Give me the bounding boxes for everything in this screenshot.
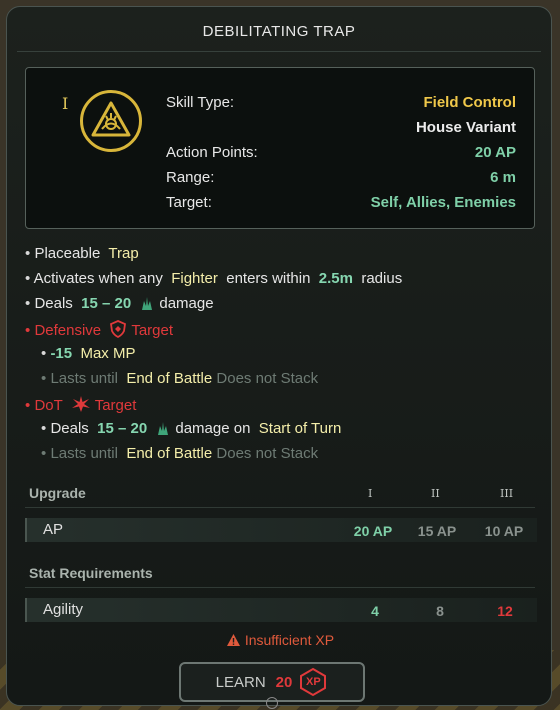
upgrade-tier-1: I xyxy=(368,487,373,500)
skill-type-value: Field Control xyxy=(423,94,517,111)
skill-info-box: I Skill Type: Field Control House Varian… xyxy=(25,67,535,229)
warning-triangle-icon xyxy=(226,632,245,648)
damage-flame-icon xyxy=(155,420,171,440)
skill-variant: House Variant xyxy=(415,119,516,136)
upgrade-title: Upgrade xyxy=(29,485,86,501)
insufficient-xp-warning: Insufficient XP xyxy=(0,632,560,648)
action-points-label: Action Points: xyxy=(166,144,258,161)
skill-tier: I xyxy=(62,94,69,113)
upgrade-tier-2: II xyxy=(431,487,440,500)
scroll-knob-icon xyxy=(266,697,278,709)
effect-line: • Deals 15 – 20 damage xyxy=(25,295,214,315)
range-label: Range: xyxy=(166,169,215,186)
xp-currency: XP xyxy=(306,676,321,688)
action-points-value: 20 AP xyxy=(474,144,516,161)
agility-tier-2: 8 xyxy=(436,603,444,619)
effect-line: • DoT Target xyxy=(25,395,136,417)
agility-tier-3: 12 xyxy=(497,603,513,619)
agility-tier-1: 4 xyxy=(371,603,379,619)
upgrade-ap-tier-2: 15 AP xyxy=(417,523,457,539)
upgrade-tier-3: III xyxy=(500,487,514,500)
effect-line: • Deals 15 – 20 damage on Start of Turn xyxy=(41,420,341,440)
effect-line: • Defensive Target xyxy=(25,320,173,342)
upgrade-ap-tier-3: 10 AP xyxy=(484,523,524,539)
title-divider xyxy=(17,51,541,52)
effect-line: • Lasts until End of Battle Does not Sta… xyxy=(41,370,319,387)
agility-label: Agility xyxy=(43,601,84,618)
skill-title: DEBILITATING TRAP xyxy=(202,23,356,40)
damage-flame-icon xyxy=(139,295,155,315)
dot-burst-icon xyxy=(71,395,91,417)
target-label: Target: xyxy=(166,194,212,211)
skill-type-label: Skill Type: xyxy=(166,94,235,111)
trap-emblem-icon xyxy=(80,90,142,152)
effect-line: • Placeable Trap xyxy=(25,245,139,262)
learn-cost: 20 xyxy=(275,673,293,691)
skill-tooltip-panel: DEBILITATING TRAP I Skill Type: Field Co… xyxy=(6,6,552,706)
effect-line: • -15 Max MP xyxy=(41,345,136,362)
learn-label: LEARN xyxy=(215,673,266,691)
stat-requirements-title: Stat Requirements xyxy=(29,565,153,581)
effect-line: • Activates when any Fighter enters with… xyxy=(25,270,403,287)
range-value: 6 m xyxy=(490,169,516,186)
xp-hexagon-icon: XP xyxy=(298,667,328,697)
effect-line: • Lasts until End of Battle Does not Sta… xyxy=(41,445,319,462)
requirements-divider xyxy=(25,587,535,588)
defensive-shield-icon xyxy=(109,320,127,342)
upgrade-ap-tier-1: 20 AP xyxy=(353,523,393,539)
target-value: Self, Allies, Enemies xyxy=(370,194,516,211)
upgrade-divider xyxy=(25,507,535,508)
learn-button[interactable]: LEARN 20 XP xyxy=(179,662,365,702)
upgrade-ap-label: AP xyxy=(43,521,64,538)
